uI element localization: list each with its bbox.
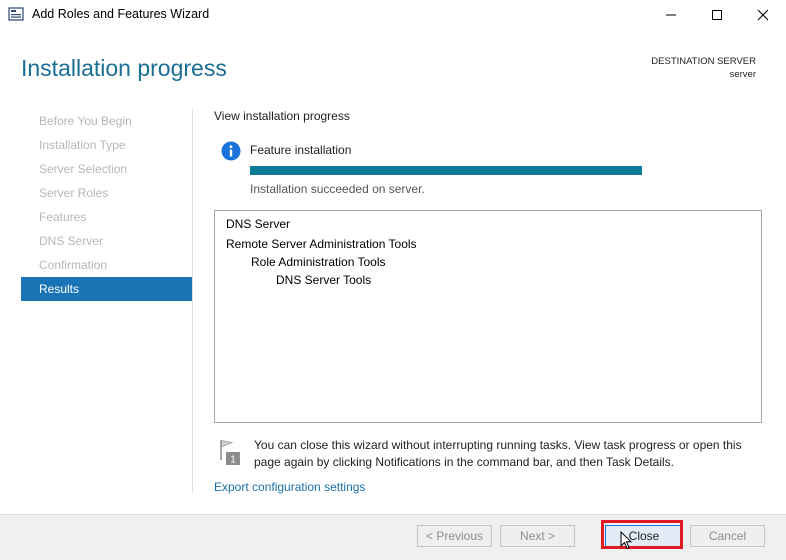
progress-fill [250,166,642,175]
previous-button[interactable]: < Previous [417,525,492,547]
result-item-role-admin-tools: Role Administration Tools [251,255,386,269]
svg-text:1: 1 [230,455,236,466]
nav-item-results[interactable]: Results [21,277,192,301]
title-bar: Add Roles and Features Wizard [0,0,786,29]
cancel-button[interactable]: Cancel [690,525,765,547]
close-button[interactable]: Close [605,525,683,547]
nav-divider [192,109,193,493]
close-icon [757,9,769,20]
next-button[interactable]: Next > [500,525,575,547]
nav-item-dns-server[interactable]: DNS Server [21,229,192,253]
destination-server: DESTINATION SERVER server [651,55,756,81]
export-configuration-link[interactable]: Export configuration settings [214,480,365,494]
nav-item-installation-type[interactable]: Installation Type [21,133,192,157]
maximize-icon [712,9,722,20]
installation-progress-bar [250,166,642,175]
close-window-button[interactable] [740,0,786,29]
destination-value: server [729,69,756,80]
minimize-button[interactable] [648,0,694,29]
result-item-rsat: Remote Server Administration Tools [226,237,417,251]
minimize-icon [666,14,676,15]
result-item-dns-server: DNS Server [226,217,291,231]
info-icon [221,141,241,161]
nav-item-server-selection[interactable]: Server Selection [21,157,192,181]
server-manager-icon [8,7,24,21]
results-list: DNS Server Remote Server Administration … [214,210,762,423]
nav-item-features[interactable]: Features [21,205,192,229]
progress-status-text: Installation succeeded on server. [250,182,425,196]
section-heading: View installation progress [214,109,350,123]
result-item-dns-server-tools: DNS Server Tools [276,273,372,287]
feature-installation-label: Feature installation [250,143,352,157]
nav-item-confirmation[interactable]: Confirmation [21,253,192,277]
destination-label: DESTINATION SERVER [651,56,756,67]
wizard-nav: Before You Begin Installation Type Serve… [21,109,192,301]
notification-flag-icon: 1 [220,440,240,466]
nav-item-before-you-begin[interactable]: Before You Begin [21,109,192,133]
window-title: Add Roles and Features Wizard [32,7,210,21]
close-wizard-note: You can close this wizard without interr… [254,438,742,469]
nav-item-server-roles[interactable]: Server Roles [21,181,192,205]
maximize-button[interactable] [694,0,740,29]
page-title: Installation progress [21,55,227,81]
